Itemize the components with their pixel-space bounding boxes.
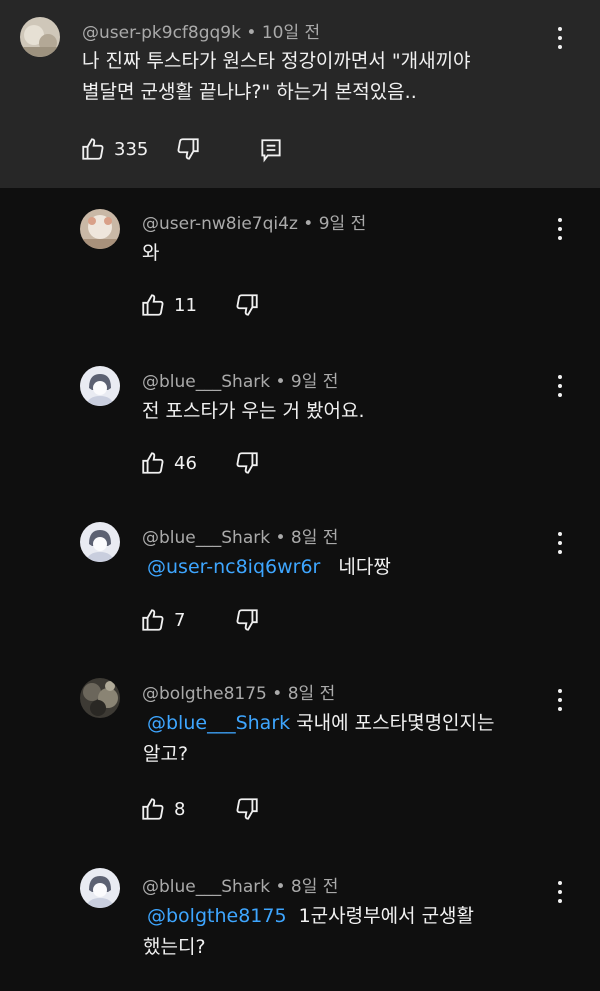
reply-comment: @blue___Shark • 8일 전 @user-nc8iq6wr6r 네다… bbox=[0, 504, 600, 658]
avatar[interactable] bbox=[80, 868, 120, 908]
reply-comment: @blue___Shark • 9일 전 전 포스타가 우는 거 봤어요. 46 bbox=[0, 346, 600, 504]
more-options-icon[interactable] bbox=[553, 373, 567, 399]
comment-actions: 46 bbox=[140, 450, 340, 478]
like-icon[interactable] bbox=[140, 450, 166, 476]
like-count: 335 bbox=[114, 139, 149, 160]
comment-time: 9일 전 bbox=[290, 372, 339, 392]
comment-meta: @user-nw8ie7qi4z • 9일 전 bbox=[142, 214, 367, 234]
like-icon[interactable] bbox=[140, 292, 166, 318]
avatar[interactable] bbox=[80, 678, 120, 718]
like-icon[interactable] bbox=[140, 607, 166, 633]
avatar[interactable] bbox=[20, 17, 60, 57]
avatar[interactable] bbox=[80, 366, 120, 406]
dislike-icon[interactable] bbox=[175, 136, 201, 162]
comment-time: 8일 전 bbox=[287, 684, 336, 704]
author-handle[interactable]: @blue___Shark bbox=[142, 877, 270, 897]
dislike-icon[interactable] bbox=[234, 292, 260, 318]
comment-actions: 335 bbox=[80, 136, 380, 164]
comment-text: @blue___Shark 국내에 포스타몇명인지는 알고? bbox=[143, 712, 495, 765]
reply-icon[interactable] bbox=[258, 137, 284, 163]
comment-meta: @bolgthe8175 • 8일 전 bbox=[142, 684, 336, 704]
author-handle[interactable]: @blue___Shark bbox=[142, 372, 270, 392]
comment-time: 8일 전 bbox=[290, 877, 339, 897]
mention-link[interactable]: @bolgthe8175 bbox=[147, 905, 287, 927]
parent-comment: @user-pk9cf8gq9k • 10일 전 나 진짜 투스타가 원스타 정… bbox=[0, 0, 600, 188]
like-icon[interactable] bbox=[140, 796, 166, 822]
comment-actions: 11 bbox=[140, 292, 340, 320]
mention-link[interactable]: @blue___Shark bbox=[147, 712, 290, 734]
like-icon[interactable] bbox=[80, 136, 106, 162]
like-count: 11 bbox=[174, 295, 197, 316]
comment-meta: @user-pk9cf8gq9k • 10일 전 bbox=[82, 23, 321, 43]
author-handle[interactable]: @blue___Shark bbox=[142, 528, 270, 548]
comment-time: 9일 전 bbox=[318, 214, 367, 234]
like-count: 46 bbox=[174, 453, 197, 474]
comment-text: 와 bbox=[142, 242, 160, 264]
avatar[interactable] bbox=[80, 209, 120, 249]
comment-meta: @blue___Shark • 8일 전 bbox=[142, 528, 339, 548]
comment-actions: 7 bbox=[140, 607, 340, 635]
more-options-icon[interactable] bbox=[553, 216, 567, 242]
more-options-icon[interactable] bbox=[553, 530, 567, 556]
author-handle[interactable]: @user-nw8ie7qi4z bbox=[142, 214, 298, 234]
comment-text: @user-nc8iq6wr6r 네다짱 bbox=[147, 556, 391, 578]
comment-actions: 8 bbox=[140, 796, 340, 824]
dislike-icon[interactable] bbox=[234, 450, 260, 476]
comment-meta: @blue___Shark • 9일 전 bbox=[142, 372, 339, 392]
author-handle[interactable]: @bolgthe8175 bbox=[142, 684, 267, 704]
comment-meta: @blue___Shark • 8일 전 bbox=[142, 877, 339, 897]
more-options-icon[interactable] bbox=[553, 687, 567, 713]
reply-comment: @user-nw8ie7qi4z • 9일 전 와 11 bbox=[0, 188, 600, 346]
comment-text: @bolgthe8175 1군사령부에서 군생활 했는디? bbox=[143, 905, 475, 958]
like-count: 8 bbox=[174, 799, 186, 820]
dislike-icon[interactable] bbox=[234, 607, 260, 633]
more-options-icon[interactable] bbox=[553, 25, 567, 51]
more-options-icon[interactable] bbox=[553, 879, 567, 905]
author-handle[interactable]: @user-pk9cf8gq9k bbox=[82, 23, 241, 43]
comment-text: 나 진짜 투스타가 원스타 정강이까면서 "개새끼야 별달면 군생활 끝나냐?"… bbox=[82, 50, 471, 103]
dislike-icon[interactable] bbox=[234, 796, 260, 822]
comment-text: 전 포스타가 우는 거 봤어요. bbox=[142, 400, 365, 422]
reply-comment: @bolgthe8175 • 8일 전 @blue___Shark 국내에 포스… bbox=[0, 658, 600, 846]
reply-comment: @blue___Shark • 8일 전 @bolgthe8175 1군사령부에서… bbox=[0, 846, 600, 991]
avatar[interactable] bbox=[80, 522, 120, 562]
mention-link[interactable]: @user-nc8iq6wr6r bbox=[147, 556, 320, 578]
comment-time: 8일 전 bbox=[290, 528, 339, 548]
like-count: 7 bbox=[174, 610, 186, 631]
comment-time: 10일 전 bbox=[261, 23, 321, 43]
